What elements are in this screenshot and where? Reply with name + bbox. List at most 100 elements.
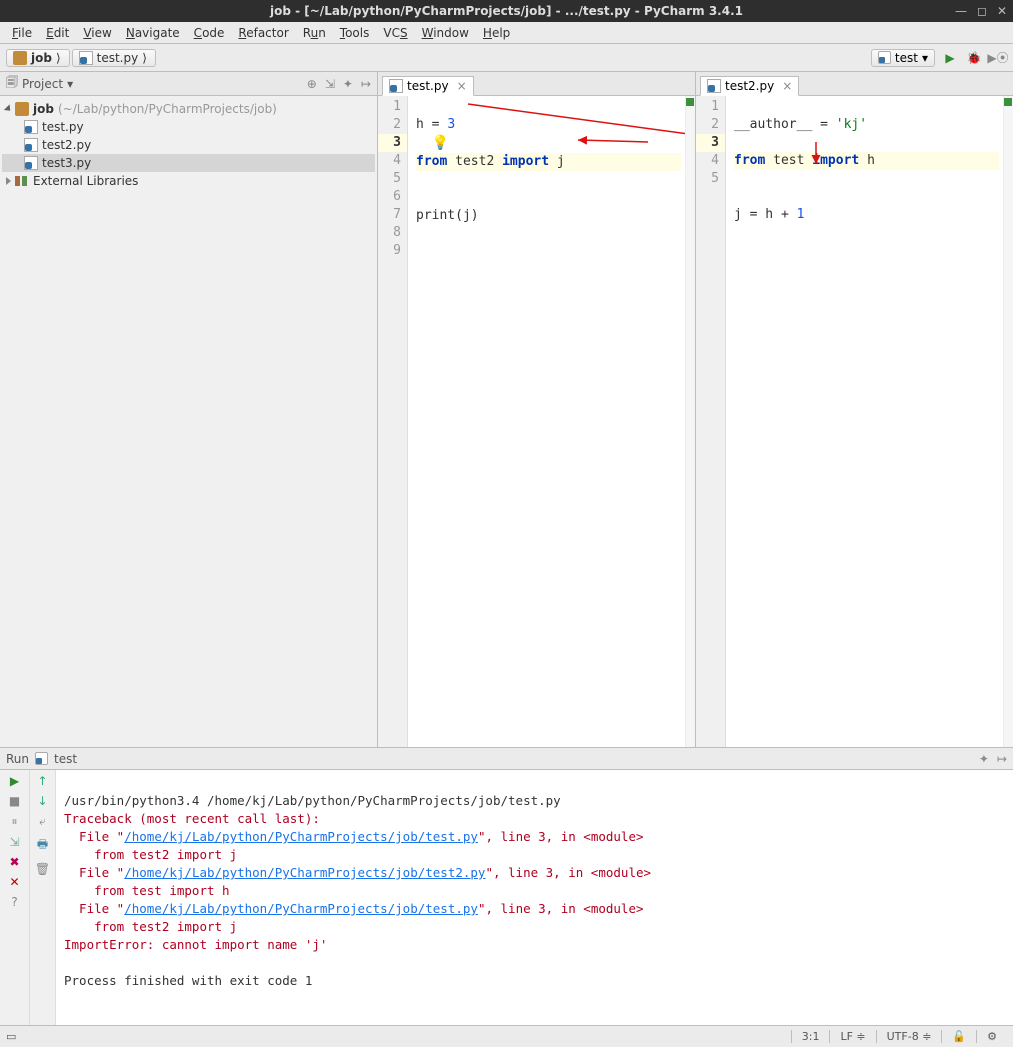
- python-file-icon: [24, 156, 38, 170]
- console-line: Traceback (most recent call last):: [64, 811, 320, 826]
- status-indicator-icon: [1004, 98, 1012, 106]
- close-tab-icon[interactable]: ×: [457, 79, 467, 93]
- hide-icon[interactable]: ↦: [361, 77, 371, 91]
- editor-tab[interactable]: test.py×: [382, 76, 474, 96]
- python-file-icon: [707, 79, 721, 93]
- project-root[interactable]: job (~/Lab/python/PyCharmProjects/job): [2, 100, 375, 118]
- python-file-icon: [24, 120, 38, 134]
- collapse-all-icon[interactable]: ⇲: [325, 77, 335, 91]
- minimize-icon[interactable]: —: [955, 4, 967, 18]
- file-link[interactable]: /home/kj/Lab/python/PyCharmProjects/job/…: [124, 865, 485, 880]
- readonly-toggle-icon[interactable]: 🔓: [941, 1030, 976, 1043]
- project-tree[interactable]: job (~/Lab/python/PyCharmProjects/job) t…: [0, 96, 377, 194]
- navigation-bar: job ⟩ test.py ⟩ test ▾ ▶ 🐞 ▶⦿: [0, 44, 1013, 72]
- close-icon[interactable]: ✕: [9, 875, 19, 889]
- close-tab-icon[interactable]: ×: [782, 79, 792, 93]
- status-bar: ▭ 3:1 LF ≑ UTF-8 ≑ 🔓 ⚙: [0, 1025, 1013, 1047]
- breadcrumb: job ⟩ test.py ⟩: [6, 49, 156, 67]
- error-stripe[interactable]: [1003, 96, 1013, 747]
- python-icon: [35, 752, 48, 765]
- hide-icon[interactable]: ↦: [997, 752, 1007, 766]
- scroll-from-source-icon[interactable]: ⊕: [307, 77, 317, 91]
- sidebar-title[interactable]: Project: [22, 77, 63, 91]
- stop-icon[interactable]: ■: [9, 794, 20, 808]
- window-title: job - [~/Lab/python/PyCharmProjects/job]…: [270, 4, 743, 18]
- tree-file[interactable]: test2.py: [2, 136, 375, 154]
- annotation-arrow-icon: [448, 96, 695, 256]
- run-config-label: test: [54, 752, 77, 766]
- settings-gear-icon[interactable]: ✦: [343, 77, 353, 91]
- console-line: from test2 import j: [64, 919, 237, 934]
- menu-window[interactable]: Window: [416, 24, 475, 42]
- menu-code[interactable]: Code: [188, 24, 231, 42]
- tree-file[interactable]: test.py: [2, 118, 375, 136]
- python-icon: [878, 51, 891, 64]
- pin-icon[interactable]: ✖: [9, 855, 19, 869]
- run-title-label: Run: [6, 752, 29, 766]
- coverage-button[interactable]: ▶⦿: [989, 49, 1007, 67]
- file-encoding[interactable]: UTF-8 ≑: [876, 1030, 942, 1043]
- tree-file[interactable]: test3.py: [2, 154, 375, 172]
- line-separator[interactable]: LF ≑: [829, 1030, 875, 1043]
- intention-bulb-icon[interactable]: 💡: [432, 135, 449, 151]
- settings-gear-icon[interactable]: ✦: [979, 752, 989, 766]
- folder-icon: [13, 51, 27, 65]
- folder-icon: [15, 102, 29, 116]
- python-file-icon: [389, 79, 403, 93]
- error-stripe[interactable]: [685, 96, 695, 747]
- console-line: Process finished with exit code 1: [64, 973, 312, 988]
- up-icon[interactable]: ↑: [37, 774, 47, 788]
- pause-icon[interactable]: ⏸: [11, 814, 17, 829]
- clear-icon[interactable]: 🗑: [35, 862, 50, 876]
- help-icon[interactable]: ?: [11, 895, 17, 909]
- menu-vcs[interactable]: VCS: [377, 24, 413, 42]
- menu-help[interactable]: Help: [477, 24, 516, 42]
- python-file-icon: [24, 138, 38, 152]
- expand-icon[interactable]: [6, 177, 11, 185]
- print-icon[interactable]: 🖶: [37, 835, 48, 856]
- menu-tools[interactable]: Tools: [334, 24, 376, 42]
- breadcrumb-file[interactable]: test.py ⟩: [72, 49, 156, 67]
- line-gutter[interactable]: 123456789: [378, 96, 408, 747]
- run-toolbar-left: ▶ ■ ⏸ ⇲ ✖ ✕ ?: [0, 770, 30, 1025]
- line-gutter[interactable]: 12345: [696, 96, 726, 747]
- debug-button[interactable]: 🐞: [965, 49, 983, 67]
- menu-navigate[interactable]: Navigate: [120, 24, 186, 42]
- menu-refactor[interactable]: Refactor: [232, 24, 294, 42]
- soft-wrap-icon[interactable]: ⤶: [39, 814, 46, 829]
- restore-layout-icon[interactable]: ⇲: [9, 835, 19, 849]
- console-line: /usr/bin/python3.4 /home/kj/Lab/python/P…: [64, 793, 561, 808]
- editor-right: test2.py× 12345 __author__ = 'kj' from t…: [696, 72, 1013, 747]
- console-line: from test2 import j: [64, 847, 237, 862]
- tool-windows-icon[interactable]: ▭: [6, 1030, 16, 1043]
- maximize-icon[interactable]: ◻: [977, 4, 987, 18]
- menu-bar: File Edit View Navigate Code Refactor Ru…: [0, 22, 1013, 44]
- down-icon[interactable]: ↓: [37, 794, 47, 808]
- run-config-selector[interactable]: test ▾: [871, 49, 935, 67]
- run-tool-window: Run test ✦ ↦ ▶ ■ ⏸ ⇲ ✖ ✕ ? ↑ ↓ ⤶ 🖶 🗑 /usr…: [0, 747, 1013, 1025]
- rerun-icon[interactable]: ▶: [10, 774, 19, 788]
- editor-tab[interactable]: test2.py×: [700, 76, 799, 96]
- project-tool-window: 🗐Project ▾ ⊕ ⇲ ✦ ↦ job (~/Lab/python/PyC…: [0, 72, 378, 747]
- caret-position[interactable]: 3:1: [791, 1030, 830, 1043]
- python-file-icon: [79, 51, 93, 65]
- code-area[interactable]: __author__ = 'kj' from test import h j =…: [726, 96, 1003, 747]
- menu-view[interactable]: View: [77, 24, 117, 42]
- breadcrumb-project[interactable]: job ⟩: [6, 49, 70, 67]
- memory-indicator-icon[interactable]: ⚙: [976, 1030, 1007, 1043]
- file-link[interactable]: /home/kj/Lab/python/PyCharmProjects/job/…: [124, 829, 478, 844]
- console-line: ImportError: cannot import name 'j': [64, 937, 327, 952]
- console-output[interactable]: /usr/bin/python3.4 /home/kj/Lab/python/P…: [56, 770, 1013, 1025]
- run-toolbar-console: ↑ ↓ ⤶ 🖶 🗑: [30, 770, 56, 1025]
- run-button[interactable]: ▶: [941, 49, 959, 67]
- status-indicator-icon: [686, 98, 694, 106]
- close-icon[interactable]: ✕: [997, 4, 1007, 18]
- expand-icon[interactable]: [4, 104, 13, 113]
- menu-run[interactable]: Run: [297, 24, 332, 42]
- menu-file[interactable]: File: [6, 24, 38, 42]
- external-libraries[interactable]: External Libraries: [2, 172, 375, 190]
- code-area[interactable]: h = 3 💡 from test2 import j print(j): [408, 96, 685, 747]
- menu-edit[interactable]: Edit: [40, 24, 75, 42]
- editor-left: test.py× 123456789 h = 3 💡 from test2 im…: [378, 72, 696, 747]
- file-link[interactable]: /home/kj/Lab/python/PyCharmProjects/job/…: [124, 901, 478, 916]
